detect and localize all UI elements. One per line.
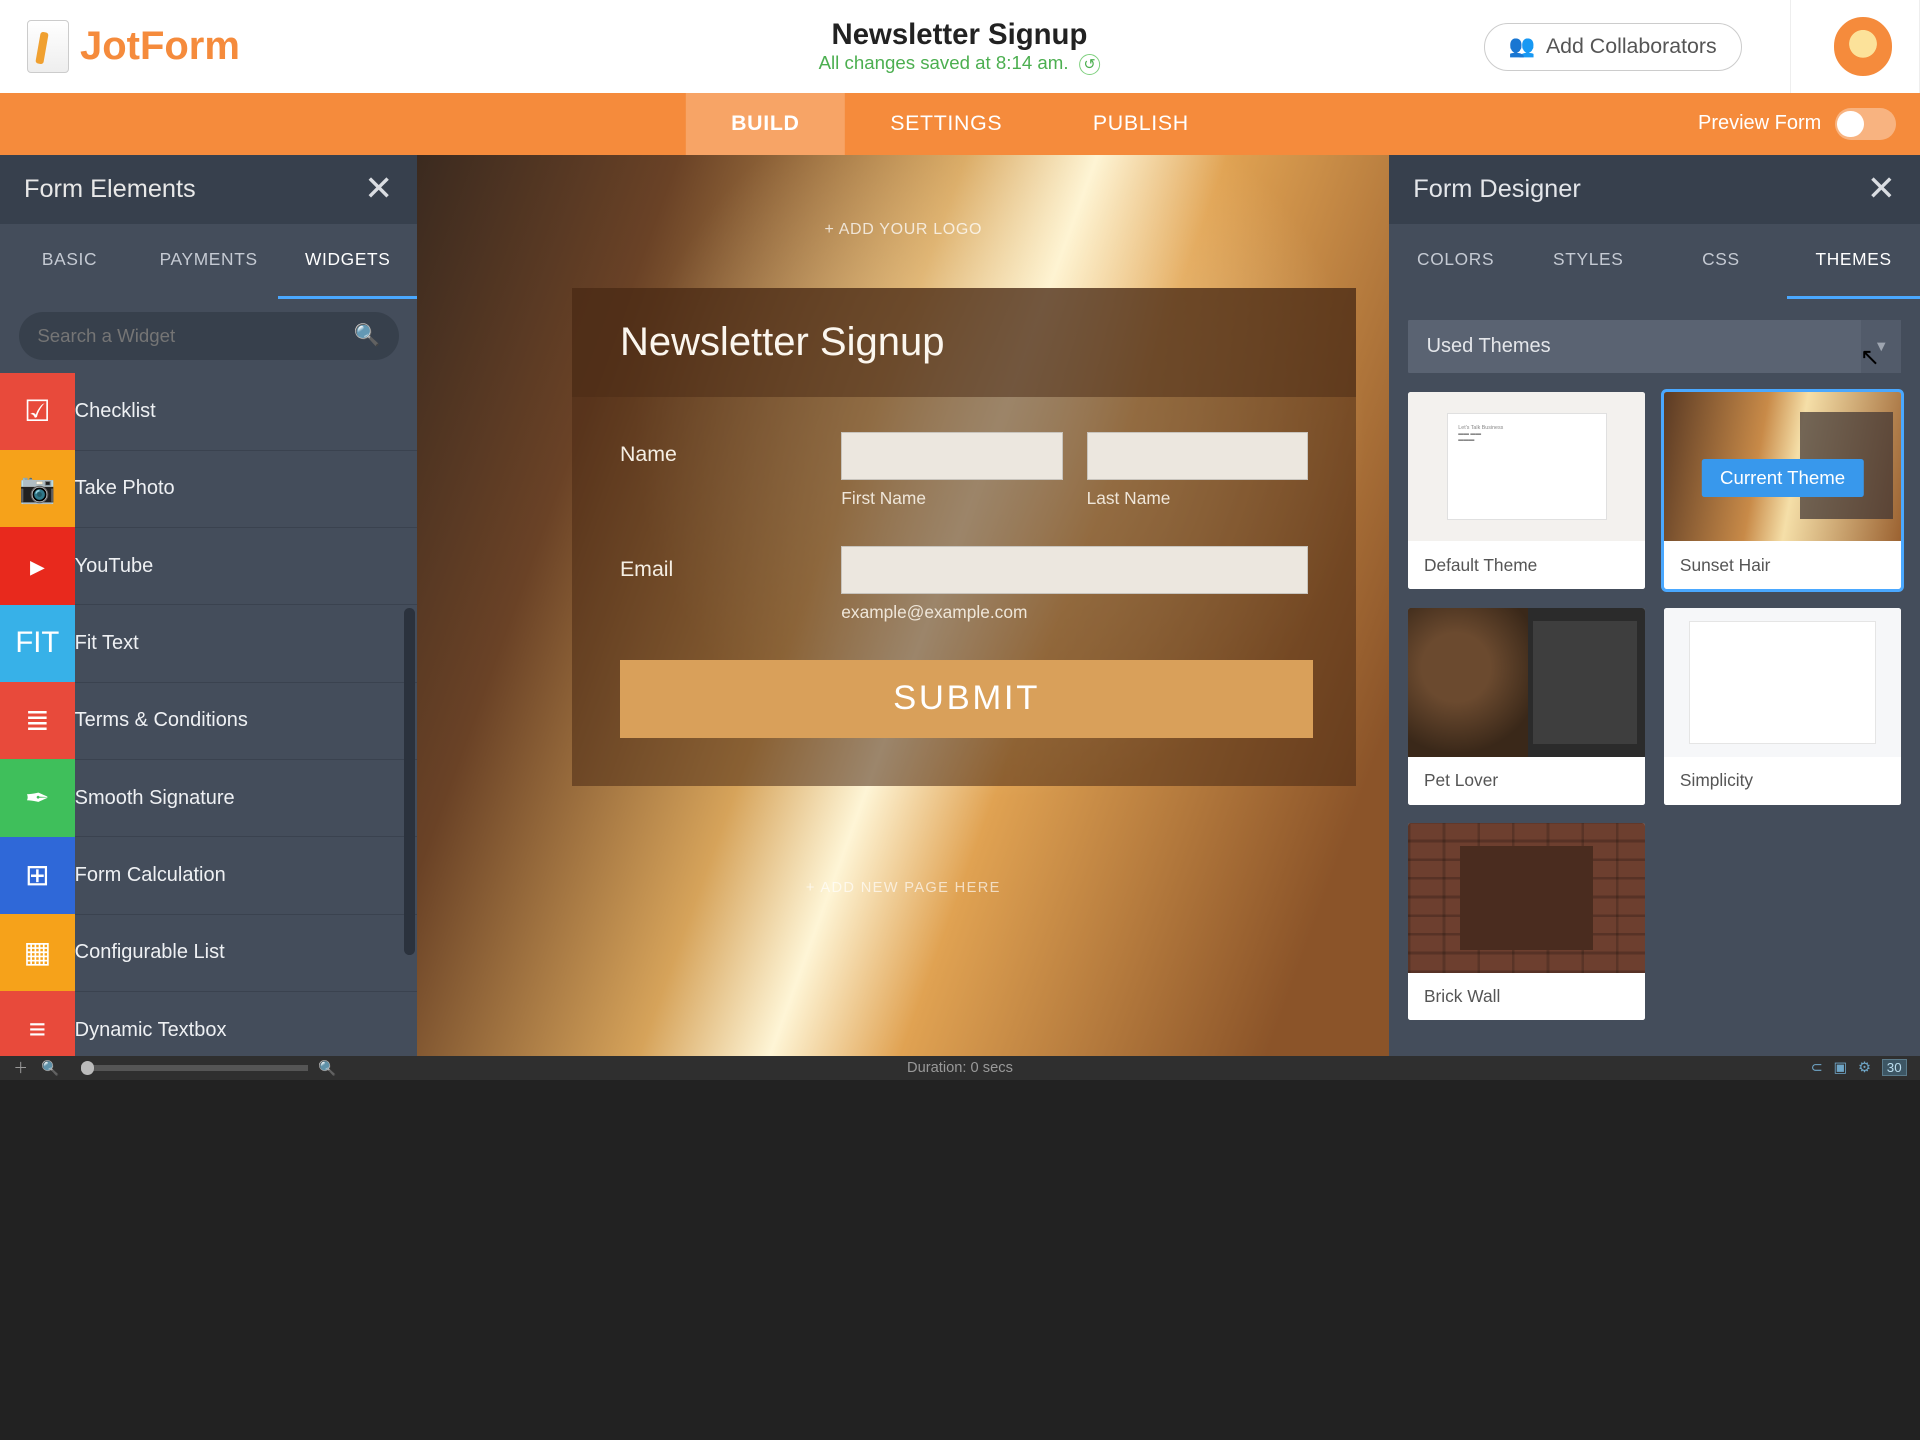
right-panel-title: Form Designer bbox=[1413, 175, 1581, 204]
loop-icon[interactable]: ⊂ bbox=[1811, 1059, 1823, 1076]
name-label: Name bbox=[620, 432, 820, 468]
people-icon: 👥 bbox=[1509, 34, 1536, 59]
brand-logo[interactable]: JotForm bbox=[27, 20, 240, 73]
widget-label: Take Photo bbox=[75, 477, 175, 500]
theme-brick-wall[interactable]: Brick Wall bbox=[1408, 823, 1645, 1020]
add-page-button[interactable]: + ADD NEW PAGE HERE bbox=[806, 880, 1001, 896]
widget-item[interactable]: FITFit Text bbox=[0, 605, 417, 682]
tab-build[interactable]: BUILD bbox=[686, 93, 845, 154]
tab-payments[interactable]: PAYMENTS bbox=[139, 224, 278, 299]
close-icon[interactable]: ✕ bbox=[1867, 169, 1896, 209]
theme-simplicity[interactable]: Simplicity bbox=[1664, 608, 1901, 805]
add-collaborators-button[interactable]: 👥 Add Collaborators bbox=[1484, 23, 1742, 71]
zoom-out-icon[interactable]: 🔍 bbox=[41, 1059, 59, 1077]
first-name-input[interactable] bbox=[841, 432, 1062, 480]
theme-default[interactable]: Let's Talk Business▬▬ ▬▬▬▬▬ Default Them… bbox=[1408, 392, 1645, 589]
submit-button[interactable]: SUBMIT bbox=[620, 660, 1313, 737]
theme-pet-lover[interactable]: Pet Lover bbox=[1408, 608, 1645, 805]
widget-label: Configurable List bbox=[75, 941, 225, 964]
search-input[interactable] bbox=[37, 325, 353, 347]
widget-icon: ☑ bbox=[0, 373, 75, 450]
brand-name: JotForm bbox=[80, 24, 240, 69]
email-hint: example@example.com bbox=[841, 602, 1308, 623]
pencil-icon bbox=[27, 20, 70, 73]
preview-label: Preview Form bbox=[1698, 112, 1821, 135]
widget-icon: ⊞ bbox=[0, 837, 75, 914]
divider bbox=[1790, 0, 1791, 93]
widget-item[interactable]: ≣Terms & Conditions bbox=[0, 683, 417, 760]
left-panel-title: Form Elements bbox=[24, 175, 196, 204]
add-logo-button[interactable]: + ADD YOUR LOGO bbox=[824, 221, 982, 239]
zoom-in-icon[interactable]: 🔍 bbox=[318, 1059, 336, 1077]
tab-styles[interactable]: STYLES bbox=[1522, 224, 1655, 299]
widget-icon: 📷 bbox=[0, 450, 75, 527]
chevron-down-icon: ▼ bbox=[1861, 320, 1901, 373]
theme-sunset-hair[interactable]: Current Theme Sunset Hair bbox=[1664, 392, 1901, 589]
tab-colors[interactable]: COLORS bbox=[1389, 224, 1522, 299]
widget-icon: ▸ bbox=[0, 527, 75, 604]
undo-icon[interactable]: ↺ bbox=[1079, 54, 1100, 75]
avatar[interactable] bbox=[1834, 17, 1893, 76]
widget-label: Terms & Conditions bbox=[75, 709, 248, 732]
used-themes-dropdown[interactable]: Used Themes ▼ bbox=[1408, 320, 1901, 373]
tab-basic[interactable]: BASIC bbox=[0, 224, 139, 299]
widget-label: Dynamic Textbox bbox=[75, 1019, 227, 1042]
first-name-sublabel: First Name bbox=[841, 488, 1062, 509]
widget-item[interactable]: ▸YouTube bbox=[0, 528, 417, 605]
widget-label: Form Calculation bbox=[75, 864, 226, 887]
form-canvas[interactable]: + ADD YOUR LOGO Newsletter Signup Name F… bbox=[417, 155, 1389, 1080]
widget-icon: ≣ bbox=[0, 682, 75, 759]
widget-item[interactable]: 📷Take Photo bbox=[0, 451, 417, 528]
widget-icon: ▦ bbox=[0, 914, 75, 991]
widget-icon: ✒ bbox=[0, 759, 75, 836]
preview-toggle[interactable] bbox=[1835, 108, 1896, 140]
image-icon[interactable]: ▣ bbox=[1834, 1059, 1848, 1076]
last-name-input[interactable] bbox=[1087, 432, 1308, 480]
widget-label: Smooth Signature bbox=[75, 787, 235, 810]
widget-item[interactable]: ▦Configurable List bbox=[0, 915, 417, 992]
widget-item[interactable]: ⊞Form Calculation bbox=[0, 837, 417, 914]
close-icon[interactable]: ✕ bbox=[364, 169, 393, 209]
status-bar: ＋ 🔍 🔍 Duration: 0 secs ⊂ ▣ ⚙ 30 bbox=[0, 1056, 1920, 1080]
widget-item[interactable]: ✒Smooth Signature bbox=[0, 760, 417, 837]
widget-search[interactable]: 🔍 bbox=[19, 312, 399, 360]
plus-icon[interactable]: ＋ bbox=[13, 1057, 28, 1078]
email-input[interactable] bbox=[841, 546, 1308, 594]
frame-count: 30 bbox=[1882, 1059, 1907, 1076]
widget-label: YouTube bbox=[75, 555, 154, 578]
tab-settings[interactable]: SETTINGS bbox=[845, 93, 1048, 154]
widget-item[interactable]: ☑Checklist bbox=[0, 373, 417, 450]
settings-icon[interactable]: ⚙ bbox=[1858, 1059, 1871, 1076]
zoom-slider[interactable] bbox=[81, 1065, 308, 1070]
save-status: All changes saved at 8:14 am. ↺ bbox=[819, 52, 1101, 75]
current-theme-badge: Current Theme bbox=[1701, 459, 1863, 497]
last-name-sublabel: Last Name bbox=[1087, 488, 1308, 509]
tab-css[interactable]: CSS bbox=[1655, 224, 1788, 299]
widget-label: Fit Text bbox=[75, 632, 139, 655]
duration-label: Duration: 0 secs bbox=[907, 1060, 1013, 1076]
scrollbar[interactable] bbox=[404, 608, 415, 955]
tab-widgets[interactable]: WIDGETS bbox=[278, 224, 417, 299]
widget-icon: FIT bbox=[0, 605, 75, 682]
widget-label: Checklist bbox=[75, 400, 156, 423]
tab-themes[interactable]: THEMES bbox=[1787, 224, 1920, 299]
search-icon: 🔍 bbox=[353, 323, 380, 348]
email-label: Email bbox=[620, 546, 820, 582]
tab-publish[interactable]: PUBLISH bbox=[1048, 93, 1235, 154]
form-heading[interactable]: Newsletter Signup bbox=[620, 320, 1308, 365]
page-title: Newsletter Signup bbox=[819, 18, 1101, 52]
